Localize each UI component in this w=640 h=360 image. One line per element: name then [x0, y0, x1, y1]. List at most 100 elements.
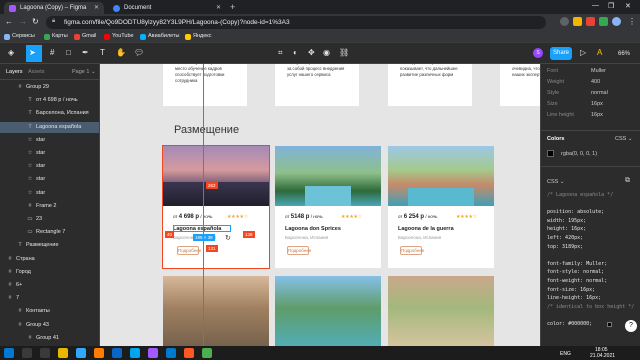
- frame-tool-icon[interactable]: #: [50, 48, 54, 58]
- color-swatch[interactable]: [547, 150, 554, 157]
- copy-icon[interactable]: ⧉: [625, 177, 630, 185]
- link-icon[interactable]: ⛓: [339, 48, 349, 58]
- layer-row[interactable]: #6+: [0, 280, 99, 291]
- chrome-icon[interactable]: [202, 348, 212, 358]
- bookmark-gmail[interactable]: Gmail: [74, 33, 96, 40]
- layer-row[interactable]: # Group 43: [0, 320, 99, 331]
- layer-row[interactable]: T Барселона, Испания: [0, 108, 99, 119]
- tab-layers[interactable]: Layers: [6, 69, 23, 75]
- layer-row[interactable]: T Lagoona españolа: [0, 121, 99, 133]
- close-icon[interactable]: ✕: [94, 4, 99, 11]
- extension-red-icon[interactable]: [586, 17, 595, 26]
- hand-tool-icon[interactable]: ✋: [116, 48, 126, 58]
- bookmark-yandex[interactable]: Яндекс: [185, 33, 212, 40]
- tab-document[interactable]: Document ✕: [108, 2, 226, 14]
- layer-row[interactable]: #7: [0, 293, 99, 304]
- details-button[interactable]: Подробнее: [400, 246, 424, 255]
- css-format-select[interactable]: CSS ⌄: [547, 179, 564, 185]
- layer-row[interactable]: # Group 29: [0, 82, 99, 93]
- layer-type-icon: T: [28, 110, 32, 117]
- details-button[interactable]: Подробнее: [287, 246, 311, 255]
- layer-row[interactable]: ☆ star: [0, 188, 99, 199]
- info-card[interactable]: Повседневная практика показывает, что да…: [388, 64, 472, 106]
- back-arrow-icon[interactable]: ←: [5, 17, 13, 27]
- layer-row[interactable]: Tот 4 698 р / ночь: [0, 95, 99, 106]
- price-value: 6 254 р: [403, 214, 425, 220]
- layer-row[interactable]: # Group 41: [0, 333, 99, 344]
- forward-arrow-icon[interactable]: →: [19, 17, 27, 27]
- maximize-button[interactable]: ❐: [608, 2, 614, 10]
- task-view-icon[interactable]: [40, 348, 50, 358]
- figma-app-icon[interactable]: [148, 348, 158, 358]
- share-button[interactable]: Share: [550, 47, 572, 60]
- details-button[interactable]: Подробнее: [177, 246, 201, 255]
- layer-row[interactable]: # Контакты: [0, 306, 99, 317]
- info-card[interactable]: Значимость этого настолько очевидна, что…: [500, 64, 540, 106]
- windows-start-icon[interactable]: [4, 348, 14, 358]
- present-icon[interactable]: ▷: [580, 48, 586, 58]
- new-tab-button[interactable]: +: [230, 2, 235, 12]
- comment-tool-icon[interactable]: 💬︎: [134, 48, 144, 58]
- rectangle-tool-icon[interactable]: □: [66, 48, 71, 58]
- close-icon[interactable]: ✕: [216, 4, 221, 11]
- help-icon[interactable]: ?: [625, 320, 637, 332]
- clock-date[interactable]: 21.04.2021: [590, 353, 615, 359]
- bookmark-services[interactable]: Сервисы: [4, 33, 35, 40]
- extension-green-icon[interactable]: [599, 17, 608, 26]
- minimize-button[interactable]: —: [592, 2, 599, 9]
- file-explorer-icon[interactable]: [58, 348, 68, 358]
- window-close-button[interactable]: ✕: [625, 2, 631, 10]
- layer-row[interactable]: ▭ 23: [0, 214, 99, 225]
- browser-opera-icon[interactable]: [184, 348, 194, 358]
- vscode-icon[interactable]: [166, 348, 176, 358]
- photoshop-icon[interactable]: [76, 348, 86, 358]
- youtube-icon: [104, 34, 110, 40]
- design-canvas[interactable]: Раннее обучение равных и место обучение …: [100, 64, 540, 346]
- hotel-card[interactable]: от 5148 р / ночь ★★★★☆ Lagoona don Spric…: [275, 146, 381, 268]
- layer-row[interactable]: ☆ star: [0, 148, 99, 159]
- layer-name: Барселона, Испания: [36, 110, 89, 117]
- hotel-card[interactable]: от 6 254 р / ночь ★★★★☆ Lagoona de la gu…: [388, 146, 494, 268]
- illustrator-icon[interactable]: [94, 348, 104, 358]
- zoom-level[interactable]: 66%: [618, 49, 630, 59]
- bookmark-star-icon[interactable]: [573, 17, 582, 26]
- move-tool-icon[interactable]: ➤: [26, 45, 42, 62]
- hotel-name: Lagoona don Sprices: [285, 226, 341, 232]
- avatar[interactable]: S: [533, 48, 543, 58]
- colors-format-select[interactable]: CSS ⌄: [615, 136, 632, 142]
- tab-assets[interactable]: Assets: [28, 69, 45, 75]
- page-selector[interactable]: Page 1 ⌄: [72, 69, 96, 75]
- boolean-icon[interactable]: ◉: [323, 48, 330, 58]
- center-tools-icon[interactable]: ⌗: [278, 48, 283, 58]
- bookmark-avia[interactable]: Авиабилеты: [140, 33, 180, 40]
- layer-row[interactable]: T Размещение: [0, 240, 99, 251]
- extension-icon[interactable]: [560, 17, 569, 26]
- search-icon[interactable]: [22, 348, 32, 358]
- layer-row[interactable]: ☆ star: [0, 174, 99, 185]
- layer-row[interactable]: # Город: [0, 267, 99, 278]
- figma-menu-icon[interactable]: ◈: [8, 48, 14, 58]
- store-icon[interactable]: [130, 348, 140, 358]
- input-language[interactable]: ENG: [560, 351, 571, 357]
- bookmark-youtube[interactable]: YouTube: [104, 33, 134, 40]
- profile-avatar-icon[interactable]: [612, 17, 621, 26]
- pen-tool-icon[interactable]: ✒: [82, 48, 89, 58]
- text-tool-icon[interactable]: T: [100, 48, 105, 58]
- layer-row[interactable]: ▭ Rectangle 7: [0, 227, 99, 238]
- selection-box[interactable]: [173, 225, 231, 232]
- word-icon[interactable]: [112, 348, 122, 358]
- mask-icon[interactable]: ◐: [293, 48, 298, 58]
- layer-row[interactable]: # Frame 2: [0, 201, 99, 212]
- info-card[interactable]: Консультация с активом влечет за собой п…: [275, 64, 359, 106]
- url-field[interactable]: 🔒︎ figma.com/file/Qo9DODTU8ylzyy82Y3L9PH…: [46, 16, 546, 29]
- bookmark-maps[interactable]: Карты: [44, 33, 68, 40]
- layer-row[interactable]: ☆ star: [0, 135, 99, 146]
- tab-figma[interactable]: Lagoona (Copy) – Figma ✕: [4, 2, 104, 14]
- reload-icon[interactable]: ↻: [32, 17, 39, 27]
- layer-row[interactable]: # Страна: [0, 254, 99, 265]
- menu-dots-icon[interactable]: ⋮: [628, 17, 636, 27]
- component-icon[interactable]: ✥: [308, 48, 315, 58]
- inspect-icon[interactable]: A: [597, 48, 602, 58]
- layer-row[interactable]: ☆ star: [0, 161, 99, 172]
- info-card[interactable]: Раннее обучение равных и место обучение …: [163, 64, 247, 106]
